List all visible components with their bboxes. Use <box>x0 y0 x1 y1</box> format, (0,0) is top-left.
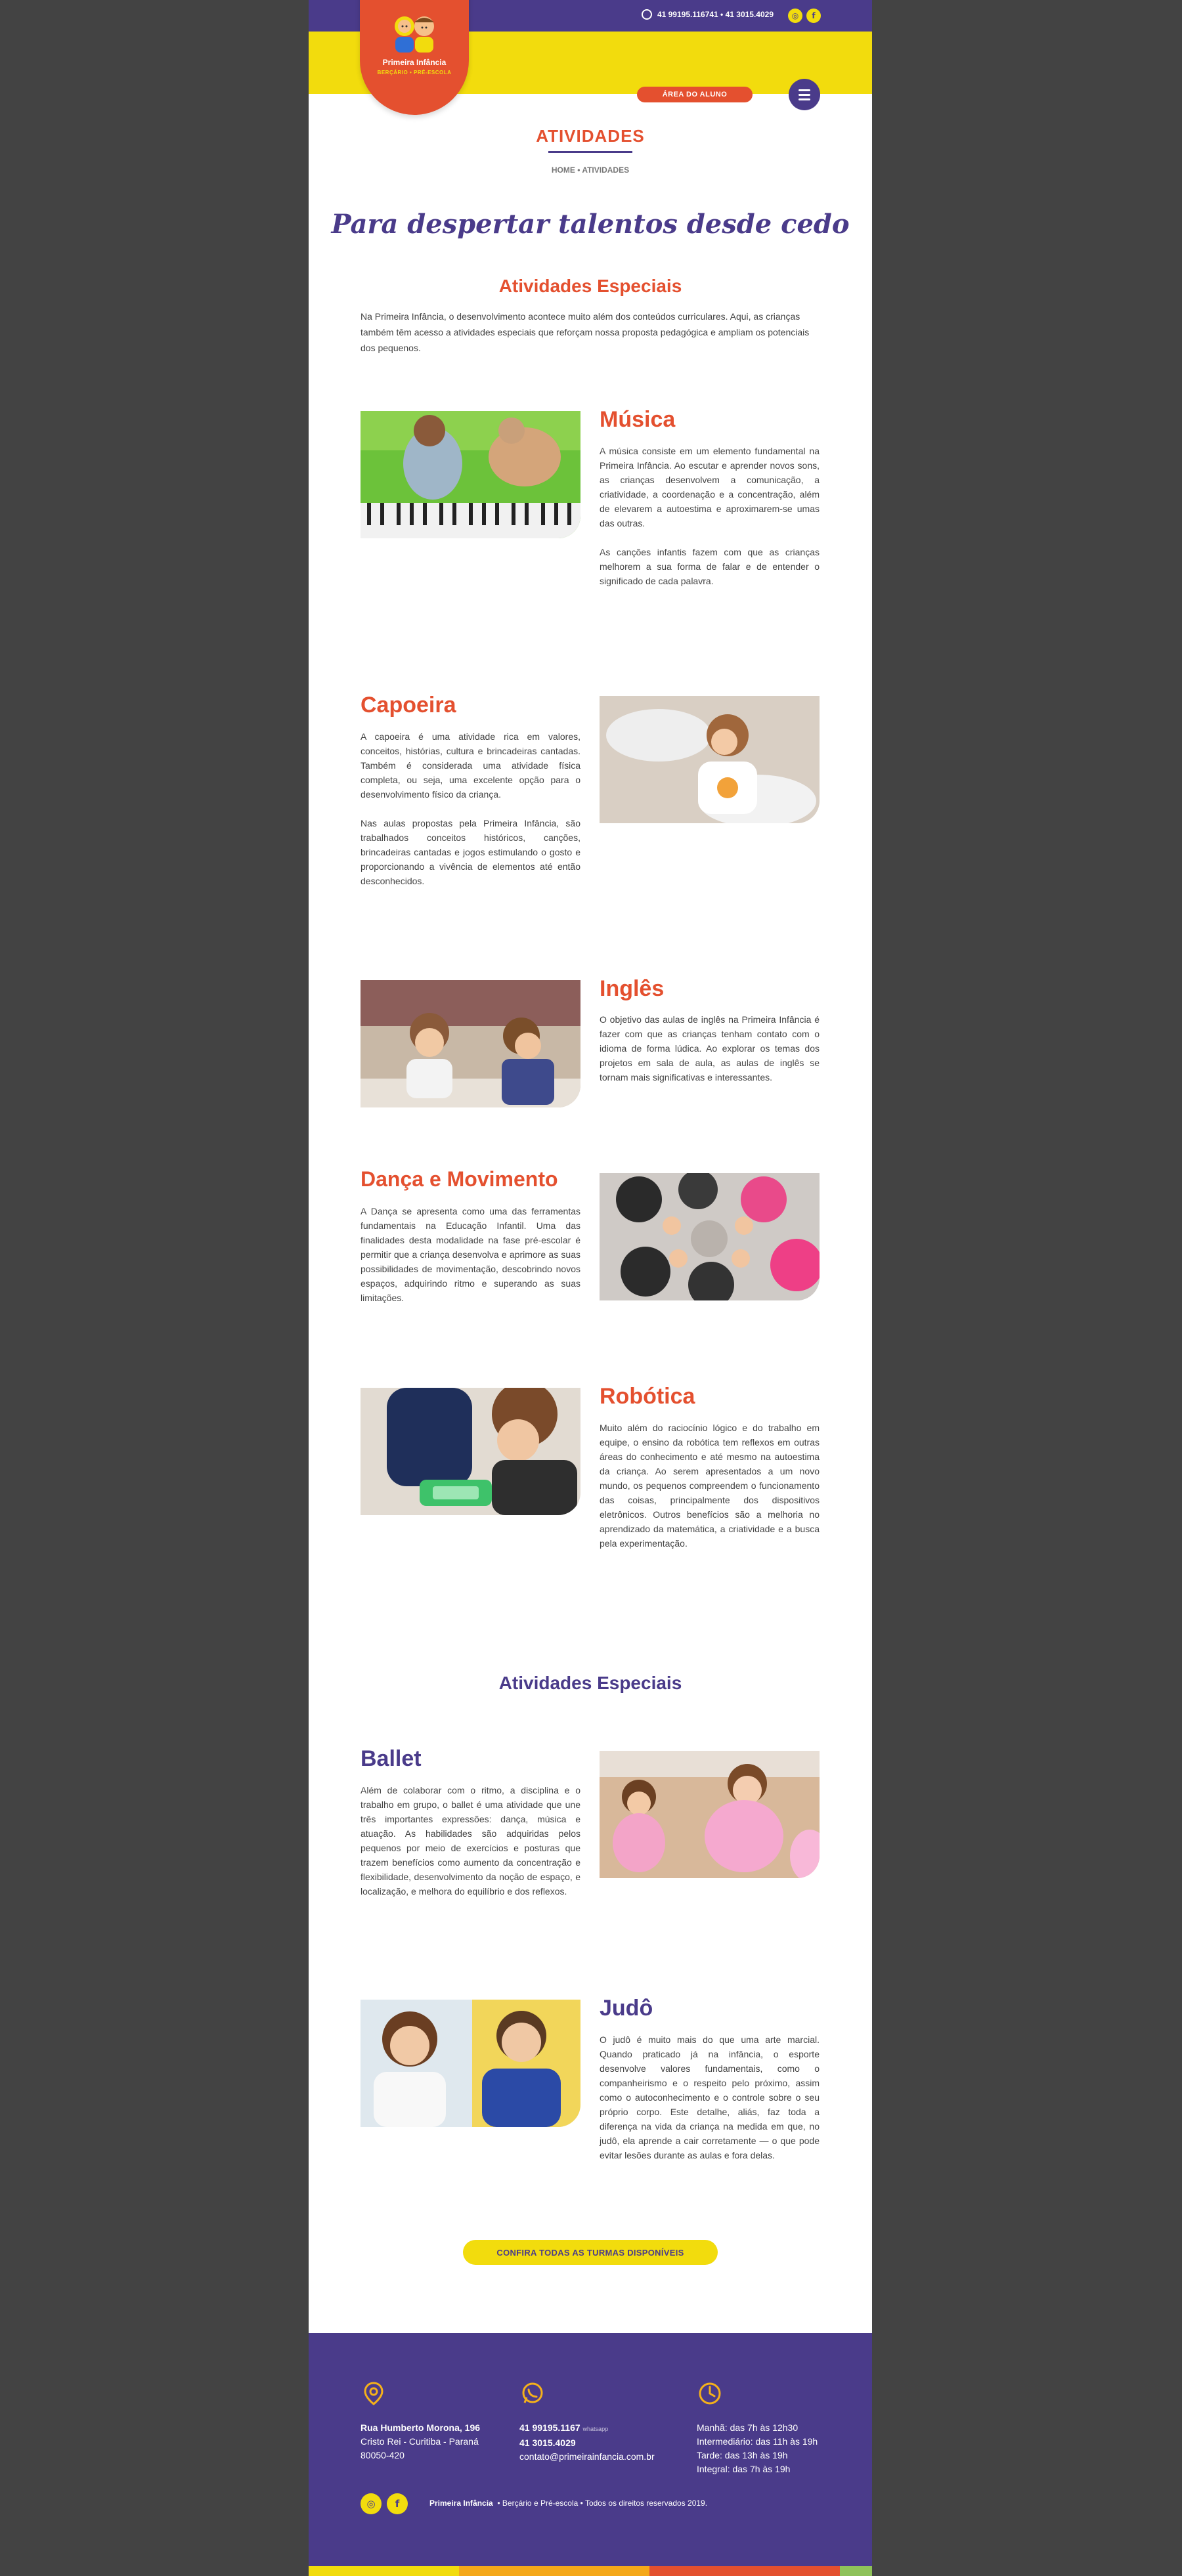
header-contacts: 41 99195.116741 • 41 3015.4029 <box>641 9 774 20</box>
ballet-photo <box>600 1751 820 1878</box>
address-street: Rua Humberto Morona, 196 <box>361 2422 481 2433</box>
footer-brand: Primeira Infância <box>429 2499 493 2508</box>
english-photo-image <box>361 980 580 1107</box>
footer-phone-whatsapp[interactable]: 41 99195.1167 <box>519 2422 580 2433</box>
activity-paragraph: A capoeira é uma atividade rica em valor… <box>361 731 580 800</box>
instagram-icon[interactable]: ◎ <box>361 2493 382 2514</box>
footer-phone[interactable]: 41 3015.4029 <box>519 2437 576 2448</box>
facebook-icon[interactable]: f <box>806 9 821 23</box>
footer-copyright: Primeira Infância • Berçário e Pré-escol… <box>429 2499 707 2508</box>
activity-title-english: Inglês <box>600 976 665 1001</box>
section-heading: Atividades Especiais <box>498 276 682 296</box>
bottom-stripe-yellow <box>309 2566 459 2576</box>
activity-paragraph: Além de colaborar com o ritmo, a discipl… <box>361 1785 580 1897</box>
judo-photo-image <box>361 2000 580 2127</box>
activity-text-capoeira: A capoeira é uma atividade rica em valor… <box>361 729 580 888</box>
hours-line: Integral: das 7h às 19h <box>697 2464 791 2474</box>
robotics-photo-image <box>361 1388 580 1515</box>
activity-title-judo: Judô <box>600 1996 653 2021</box>
activity-text-english: O objetivo das aulas de inglês na Primei… <box>600 1012 820 1084</box>
logo-subtitle: BERÇÁRIO • PRÉ-ESCOLA <box>377 70 452 75</box>
hours-line: Tarde: das 13h às 19h <box>697 2450 788 2460</box>
footer-contact: 41 99195.1167 whatsapp 41 3015.4029 cont… <box>519 2421 655 2464</box>
footer-hours: Manhã: das 7h às 12h30 Intermediário: da… <box>697 2421 818 2476</box>
kids-logo-icon <box>395 16 434 53</box>
address-zip: 80050-420 <box>361 2450 405 2460</box>
logo[interactable]: Primeira Infância BERÇÁRIO • PRÉ-ESCOLA <box>360 0 469 115</box>
bottom-stripe-red <box>649 2566 840 2576</box>
activity-title-dance: Dança e Movimento <box>361 1167 558 1191</box>
instagram-icon[interactable]: ◎ <box>788 9 802 23</box>
activity-text-dance: A Dança se apresenta como uma das ferram… <box>361 1204 580 1305</box>
activity-title-ballet: Ballet <box>361 1746 422 1771</box>
activity-paragraph: O objetivo das aulas de inglês na Primei… <box>600 1014 820 1083</box>
clock-icon <box>699 2382 721 2405</box>
classes-button[interactable]: CONFIRA TODAS AS TURMAS DISPONÍVEIS <box>463 2240 718 2265</box>
hamburger-line <box>799 93 810 96</box>
ballet-photo-image <box>600 1751 820 1878</box>
capoeira-photo-image <box>600 696 820 823</box>
hours-line: Manhã: das 7h às 12h30 <box>697 2422 799 2433</box>
hours-line: Intermediário: das 11h às 19h <box>697 2436 818 2447</box>
activity-text-robotics: Muito além do raciocínio lógico e do tra… <box>600 1421 820 1551</box>
footer: Rua Humberto Morona, 196 Cristo Rei - Cu… <box>309 2333 872 2566</box>
activity-text-ballet: Além de colaborar com o ritmo, a discipl… <box>361 1783 580 1899</box>
address-city: Cristo Rei - Curitiba - Paraná <box>361 2436 479 2447</box>
judo-photo <box>361 2000 580 2127</box>
facebook-icon[interactable]: f <box>387 2493 408 2514</box>
capoeira-photo <box>600 696 820 823</box>
dance-photo-image <box>600 1173 820 1300</box>
dance-photo <box>600 1173 820 1300</box>
section-intro: Na Primeira Infância, o desenvolvimento … <box>361 311 810 353</box>
music-photo <box>361 411 580 538</box>
tagline: Para despertar talentos desde cedo <box>331 209 850 240</box>
header-social: ◎ f <box>788 9 821 23</box>
activity-text-judo: O judô é muito mais do que uma arte marc… <box>600 2032 820 2162</box>
whatsapp-footer-icon <box>522 2382 543 2403</box>
page: 41 99195.116741 • 41 3015.4029 ◎ f ÁREA … <box>309 0 872 2576</box>
page-title: ATIVIDADES <box>536 126 645 146</box>
footer-email[interactable]: contato@primeirainfancia.com.br <box>519 2451 655 2462</box>
footer-social: ◎ f <box>361 2493 408 2514</box>
header-phones[interactable]: 41 99195.116741 • 41 3015.4029 <box>657 10 774 19</box>
menu-button[interactable] <box>789 79 820 110</box>
activity-title-music: Música <box>600 407 676 432</box>
activity-text-music: A música consiste em um elemento fundame… <box>600 444 820 588</box>
location-pin-icon <box>364 2382 383 2405</box>
footer-address: Rua Humberto Morona, 196 Cristo Rei - Cu… <box>361 2421 480 2462</box>
student-area-button[interactable]: ÁREA DO ALUNO <box>637 87 753 102</box>
activity-paragraph: Nas aulas propostas pela Primeira Infânc… <box>361 818 580 886</box>
bottom-stripe-green <box>840 2566 872 2576</box>
logo-name: Primeira Infância <box>382 58 447 67</box>
breadcrumb[interactable]: HOME • ATIVIDADES <box>309 165 872 175</box>
hamburger-line <box>799 98 810 100</box>
whatsapp-tag: whatsapp <box>582 2426 609 2432</box>
activity-paragraph: Muito além do raciocínio lógico e do tra… <box>600 1423 820 1549</box>
section-heading-2: Atividades Especiais <box>498 1673 682 1693</box>
activity-paragraph: O judô é muito mais do que uma arte marc… <box>600 2034 820 2160</box>
activity-paragraph: As canções infantis fazem com que as cri… <box>600 547 820 586</box>
hamburger-icon <box>799 89 810 91</box>
activity-title-capoeira: Capoeira <box>361 693 456 718</box>
activity-paragraph: A música consiste em um elemento fundame… <box>600 446 820 528</box>
bottom-stripe-orange <box>459 2566 649 2576</box>
english-photo <box>361 980 580 1107</box>
robotics-photo <box>361 1388 580 1515</box>
copyright-text: • Berçário e Pré-escola • Todos os direi… <box>497 2499 708 2508</box>
whatsapp-icon <box>641 9 652 20</box>
activity-title-robotics: Robótica <box>600 1384 695 1409</box>
activity-paragraph: A Dança se apresenta como uma das ferram… <box>361 1206 580 1303</box>
title-underline <box>548 151 632 153</box>
music-photo-image <box>361 411 580 538</box>
